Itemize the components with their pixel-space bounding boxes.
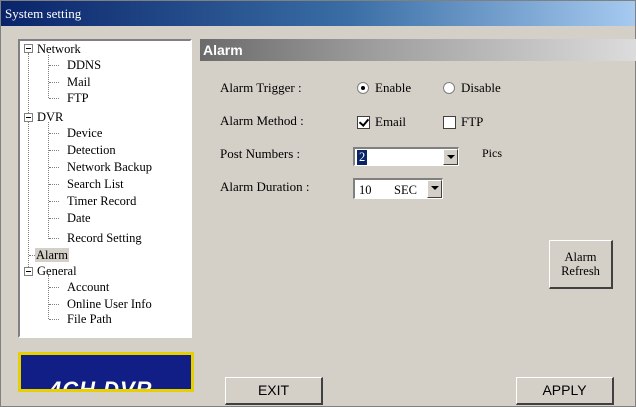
- email-checkbox[interactable]: [357, 116, 370, 129]
- chevron-down-icon[interactable]: [443, 149, 458, 165]
- ftp-label[interactable]: FTP: [461, 114, 483, 130]
- tree-item-timer-record[interactable]: Timer Record: [67, 194, 136, 208]
- tree-item-dvr[interactable]: DVR: [37, 110, 63, 124]
- alarm-duration-unit: SEC: [394, 183, 417, 197]
- trigger-enable-radio[interactable]: [357, 82, 369, 94]
- logo-text: 4CH DVR: [49, 377, 153, 392]
- tree-item-mail[interactable]: Mail: [67, 75, 91, 89]
- settings-tree[interactable]: Network DDNS Mail FTP DVR Device Detecti…: [18, 39, 192, 338]
- post-numbers-select[interactable]: 2: [353, 147, 459, 166]
- alarm-duration-value: 10: [359, 183, 372, 197]
- tree-item-online-user-info[interactable]: Online User Info: [67, 297, 152, 311]
- tree-item-record-setting[interactable]: Record Setting: [67, 231, 142, 245]
- chevron-down-icon[interactable]: [427, 180, 442, 198]
- title-bar[interactable]: System setting: [1, 1, 635, 26]
- panel-title: Alarm: [203, 42, 243, 58]
- alarm-refresh-line2: Refresh: [561, 264, 600, 278]
- tree-item-search-list[interactable]: Search List: [67, 177, 124, 191]
- dvr-logo: 4CH DVR: [18, 352, 194, 392]
- alarm-trigger-label: Alarm Trigger :: [220, 80, 302, 95]
- tree-item-device[interactable]: Device: [67, 126, 102, 140]
- tree-item-network[interactable]: Network: [37, 42, 81, 56]
- apply-button[interactable]: APPLY: [516, 377, 614, 405]
- tree-item-ddns[interactable]: DDNS: [67, 58, 101, 72]
- alarm-refresh-line1: Alarm: [564, 250, 597, 264]
- tree-item-general[interactable]: General: [37, 264, 77, 278]
- alarm-duration-select[interactable]: 10 SEC: [353, 178, 443, 199]
- collapse-dvr-icon[interactable]: [24, 113, 33, 122]
- tree-item-detection[interactable]: Detection: [67, 143, 116, 157]
- exit-button[interactable]: EXIT: [225, 377, 323, 405]
- window-title: System setting: [5, 6, 82, 21]
- apply-label: APPLY: [542, 382, 587, 398]
- trigger-enable-label[interactable]: Enable: [375, 80, 411, 96]
- alarm-refresh-button[interactable]: Alarm Refresh: [549, 240, 613, 289]
- alarm-duration-label: Alarm Duration :: [220, 179, 310, 194]
- post-numbers-value: 2: [357, 150, 368, 165]
- collapse-general-icon[interactable]: [24, 267, 33, 276]
- tree-item-date[interactable]: Date: [67, 211, 91, 225]
- tree-item-account[interactable]: Account: [67, 280, 109, 294]
- system-setting-window: System setting Network DDNS Mail FTP DVR…: [0, 0, 636, 407]
- tree-item-ftp[interactable]: FTP: [67, 91, 89, 105]
- panel-header: Alarm: [200, 39, 636, 61]
- ftp-checkbox[interactable]: [443, 116, 456, 129]
- email-label[interactable]: Email: [375, 114, 406, 130]
- tree-item-network-backup[interactable]: Network Backup: [67, 160, 152, 174]
- exit-label: EXIT: [257, 382, 290, 398]
- trigger-disable-label[interactable]: Disable: [461, 80, 501, 96]
- alarm-method-label: Alarm Method :: [220, 113, 304, 128]
- tree-item-alarm[interactable]: Alarm: [35, 248, 69, 262]
- tree-item-file-path[interactable]: File Path: [67, 312, 112, 326]
- pics-unit-label: Pics: [482, 146, 503, 160]
- post-numbers-label: Post Numbers :: [220, 146, 301, 161]
- trigger-disable-radio[interactable]: [443, 82, 455, 94]
- collapse-network-icon[interactable]: [24, 44, 33, 53]
